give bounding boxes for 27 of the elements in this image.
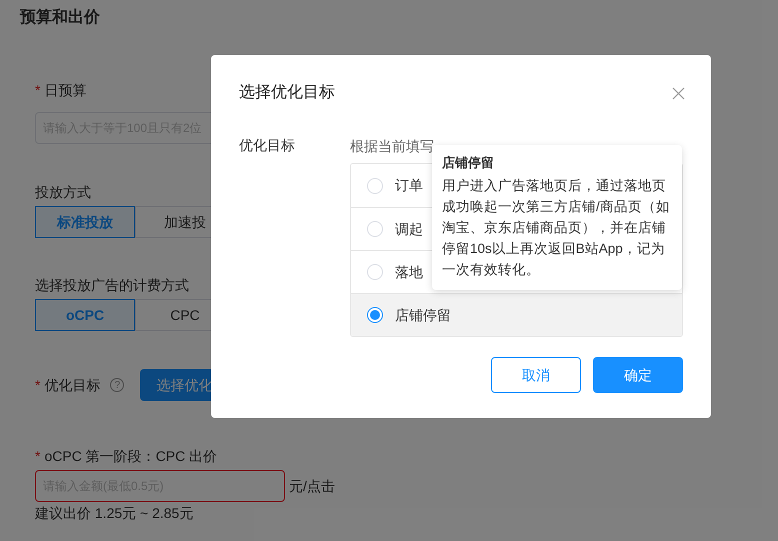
unit-label: 元/点击: [289, 476, 335, 496]
help-icon[interactable]: ?: [110, 378, 124, 392]
option-row[interactable]: 店铺停留: [351, 293, 682, 336]
tooltip-text: 用户进入广告落地页后，通过落地页成功唤起一次第三方店铺/商品页（如淘宝、京东店铺商品页），并在店铺停留10s以上再次返回B站App，记为一次有效转化。: [442, 176, 671, 278]
section-title: 预算和出价: [20, 8, 100, 28]
confirm-button[interactable]: 确定: [593, 357, 683, 393]
option-label: 店铺停留: [395, 306, 451, 324]
radio-button[interactable]: [367, 307, 383, 323]
close-icon[interactable]: [672, 86, 685, 100]
field-label: 投放方式: [35, 183, 91, 202]
field-label: 日预算: [44, 81, 86, 100]
field-label: 选择投放广告的计费方式: [35, 276, 189, 295]
segment-option[interactable]: oCPC: [35, 299, 135, 331]
bid-suggestion: 建议出价 1.25元 ~ 2.85元: [35, 505, 194, 521]
segment-option[interactable]: 标准投放: [35, 206, 135, 238]
required-mark: *: [35, 81, 40, 100]
option-label: 调起: [395, 220, 423, 238]
tooltip-title: 店铺停留: [442, 154, 495, 172]
required-mark: *: [35, 376, 40, 394]
field-label: 优化目标: [44, 376, 100, 394]
option-label: 落地: [395, 262, 423, 282]
dialog-title: 选择优化目标: [239, 82, 335, 103]
hint-text: 根据当前填写: [350, 137, 434, 156]
option-label: 订单: [395, 176, 423, 195]
cancel-button[interactable]: 取消: [491, 357, 581, 393]
required-mark: *: [35, 447, 40, 466]
field-label: oCPC 第一阶段：CPC 出价: [44, 447, 218, 466]
